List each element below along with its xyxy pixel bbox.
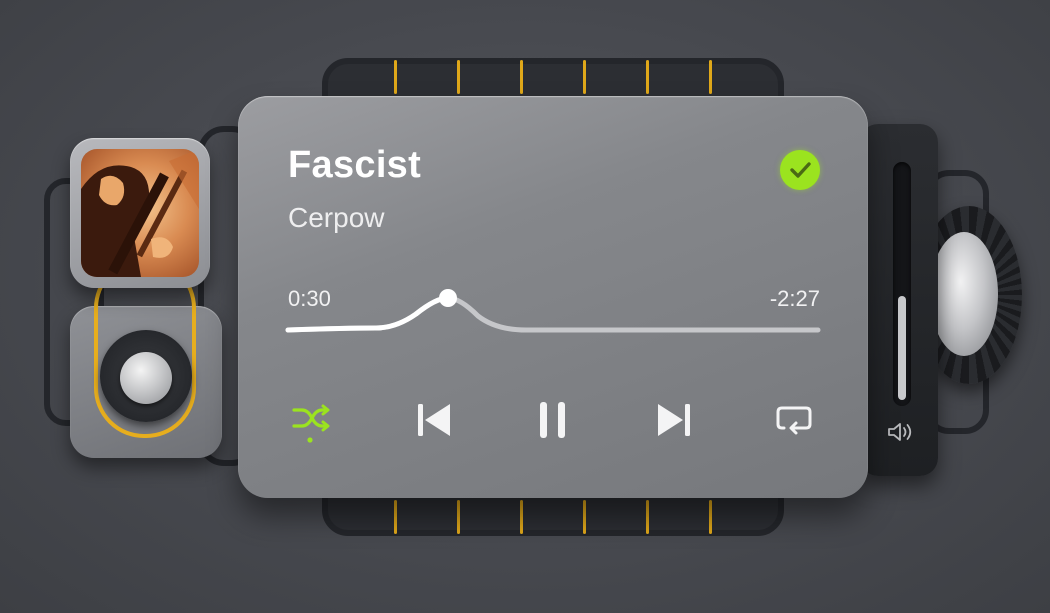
album-art-tile[interactable]	[70, 138, 210, 288]
frame-strut	[520, 60, 523, 94]
album-art	[81, 149, 199, 277]
speaker-icon[interactable]	[886, 420, 916, 444]
frame-strut	[457, 60, 460, 94]
frame-strut	[583, 60, 586, 94]
frame-strut	[709, 60, 712, 94]
repeat-icon	[776, 406, 812, 435]
next-button[interactable]	[650, 396, 698, 444]
scroll-wheel-cap	[930, 232, 998, 356]
frame-strut	[646, 60, 649, 94]
repeat-button[interactable]	[770, 396, 818, 444]
track-artist[interactable]: Cerpow	[288, 202, 384, 234]
skip-back-icon	[418, 404, 450, 436]
frame-strut	[457, 500, 460, 534]
now-playing-card: Fascist Cerpow 0:30 -2:27	[238, 96, 868, 498]
track-title: Fascist	[288, 144, 422, 186]
shuffle-icon	[292, 404, 330, 443]
progress-scrubber[interactable]	[285, 284, 822, 344]
pause-button[interactable]	[530, 396, 578, 444]
frame-strut	[394, 500, 397, 534]
volume-slider-fill	[898, 296, 906, 400]
frame-strut	[646, 500, 649, 534]
frame-strut	[520, 500, 523, 534]
previous-button[interactable]	[410, 396, 458, 444]
frame-strut	[583, 500, 586, 534]
shuffle-button[interactable]	[286, 396, 334, 444]
frame-strut	[709, 500, 712, 534]
pause-icon	[540, 402, 565, 438]
album-art-illustration	[81, 149, 199, 277]
rotary-knob-cap	[120, 352, 172, 404]
frame-strut	[394, 60, 397, 94]
progress-thumb	[439, 289, 457, 307]
skip-forward-icon	[658, 404, 690, 436]
liked-check-icon[interactable]	[780, 150, 820, 190]
